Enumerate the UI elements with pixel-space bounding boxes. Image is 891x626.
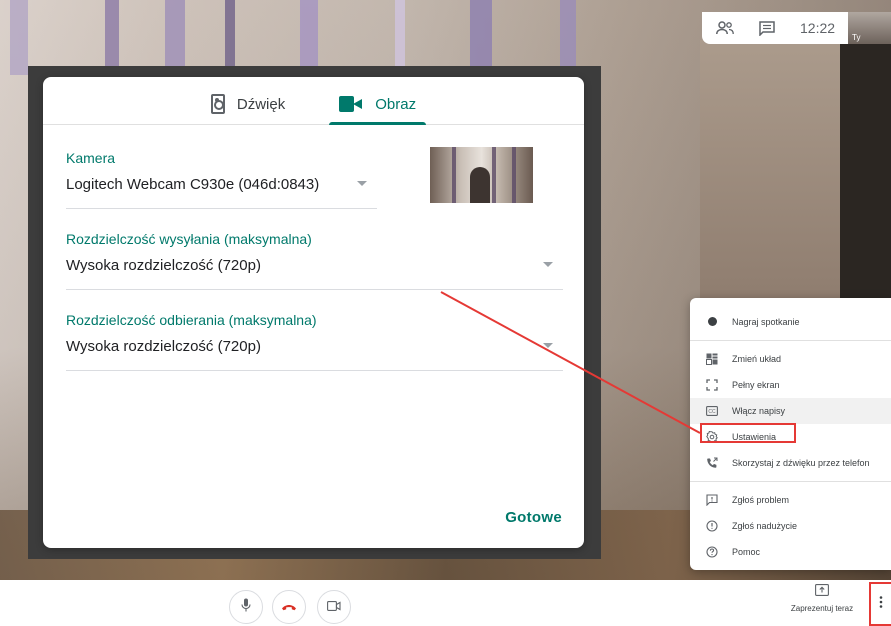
curtain-stripe xyxy=(560,0,576,75)
done-button[interactable]: Gotowe xyxy=(505,509,562,526)
meeting-clock: 12:22 xyxy=(800,20,836,36)
menu-item-change-layout[interactable]: Zmień układ xyxy=(690,346,891,372)
send-resolution-value: Wysoka rozdzielczość (720p) xyxy=(66,257,261,274)
self-view-thumbnail[interactable]: Ty xyxy=(848,12,891,44)
preview-curtain xyxy=(452,147,456,203)
chat-icon[interactable] xyxy=(758,20,776,36)
people-icon[interactable] xyxy=(716,20,734,36)
receive-resolution-select[interactable]: Wysoka rozdzielczość (720p) xyxy=(66,337,563,371)
menu-divider xyxy=(690,481,891,482)
menu-item-label: Nagraj spotkanie xyxy=(732,316,800,327)
speaker-icon xyxy=(210,94,225,114)
camera-preview xyxy=(430,147,533,203)
tab-video[interactable]: Obraz xyxy=(329,87,426,125)
self-view-label: Ty xyxy=(852,33,861,42)
menu-item-help[interactable]: Pomoc xyxy=(690,539,891,565)
microphone-icon xyxy=(241,598,251,617)
preview-person xyxy=(470,167,490,203)
menu-item-label: Zmień układ xyxy=(732,354,782,364)
curtain-stripe xyxy=(395,0,405,75)
top-info-bar: 12:22 xyxy=(702,12,848,44)
curtain-stripe xyxy=(225,0,235,75)
record-icon xyxy=(706,316,718,328)
menu-item-label: Pomoc xyxy=(732,547,761,557)
settings-dialog: Dźwięk Obraz Kamera Logitech Webcam C930… xyxy=(43,77,584,548)
hang-up-button[interactable] xyxy=(272,590,306,624)
present-now-button[interactable]: Zaprezentuj teraz xyxy=(782,583,862,623)
menu-item-label: Skorzystaj z dźwięku przez telefon xyxy=(732,458,870,468)
microphone-button[interactable] xyxy=(229,590,263,624)
present-now-label: Zaprezentuj teraz xyxy=(790,604,854,613)
receive-resolution-value: Wysoka rozdzielczość (720p) xyxy=(66,338,261,355)
menu-item-phone-audio[interactable]: Skorzystaj z dźwięku przez telefon xyxy=(690,450,891,476)
camera-select[interactable]: Logitech Webcam C930e (046d:0843) xyxy=(66,175,377,209)
menu-item-label: Ustawienia xyxy=(732,432,777,442)
preview-curtain xyxy=(512,147,516,203)
preview-curtain xyxy=(492,147,496,203)
hang-up-icon xyxy=(281,598,297,616)
tab-audio[interactable]: Dźwięk xyxy=(201,87,295,121)
menu-item-record[interactable]: Nagraj spotkanie xyxy=(690,308,891,335)
chevron-down-icon xyxy=(357,181,367,186)
menu-divider xyxy=(690,340,891,341)
more-options-button[interactable] xyxy=(869,582,891,626)
present-icon xyxy=(815,583,829,601)
receive-resolution-field: Rozdzielczość odbierania (maksymalna) Wy… xyxy=(66,312,563,371)
camera-button[interactable] xyxy=(317,590,351,624)
phone-icon xyxy=(706,457,718,469)
menu-item-report-abuse[interactable]: Zgłoś nadużycie xyxy=(690,513,891,539)
background-wall xyxy=(700,40,840,300)
menu-item-fullscreen[interactable]: Pełny ekran xyxy=(690,372,891,398)
more-vert-icon xyxy=(879,595,883,614)
settings-tabs: Dźwięk Obraz xyxy=(43,77,584,125)
more-options-menu: Nagraj spotkanie Zmień układ Pełny ekran… xyxy=(690,298,891,570)
menu-item-label: Pełny ekran xyxy=(732,380,780,390)
send-resolution-select[interactable]: Wysoka rozdzielczość (720p) xyxy=(66,256,563,290)
send-resolution-label: Rozdzielczość wysyłania (maksymalna) xyxy=(66,231,312,247)
menu-item-captions[interactable]: CC Włącz napisy xyxy=(690,398,891,424)
curtain-stripe xyxy=(300,0,318,75)
layout-icon xyxy=(706,353,718,365)
curtain-stripe xyxy=(105,0,119,75)
help-icon xyxy=(706,546,718,558)
menu-item-label: Zgłoś problem xyxy=(732,495,790,505)
send-resolution-field: Rozdzielczość wysyłania (maksymalna) Wys… xyxy=(66,231,563,290)
chevron-down-icon xyxy=(543,343,553,348)
settings-icon xyxy=(706,431,718,443)
receive-resolution-label: Rozdzielczość odbierania (maksymalna) xyxy=(66,312,317,328)
menu-item-report-problem[interactable]: Zgłoś problem xyxy=(690,487,891,513)
captions-icon: CC xyxy=(706,405,718,417)
curtain-stripe xyxy=(470,0,492,75)
tab-video-label: Obraz xyxy=(375,95,417,113)
feedback-icon xyxy=(706,494,718,506)
bottom-control-bar xyxy=(0,580,891,626)
videocam-icon xyxy=(339,96,363,112)
svg-text:CC: CC xyxy=(708,409,716,415)
videocam-icon xyxy=(327,598,341,616)
background-dark-panel xyxy=(840,42,891,302)
menu-item-label: Włącz napisy xyxy=(732,406,786,416)
tab-audio-label: Dźwięk xyxy=(236,95,286,113)
curtain-stripe xyxy=(10,0,28,75)
menu-item-settings[interactable]: Ustawienia xyxy=(690,424,891,450)
camera-label: Kamera xyxy=(66,150,116,166)
fullscreen-icon xyxy=(706,379,718,391)
camera-select-value: Logitech Webcam C930e (046d:0843) xyxy=(66,176,320,193)
report-icon xyxy=(706,520,718,532)
curtain-stripe xyxy=(165,0,185,75)
chevron-down-icon xyxy=(543,262,553,267)
menu-item-label: Zgłoś nadużycie xyxy=(732,521,798,531)
camera-field: Kamera Logitech Webcam C930e (046d:0843) xyxy=(66,150,377,209)
